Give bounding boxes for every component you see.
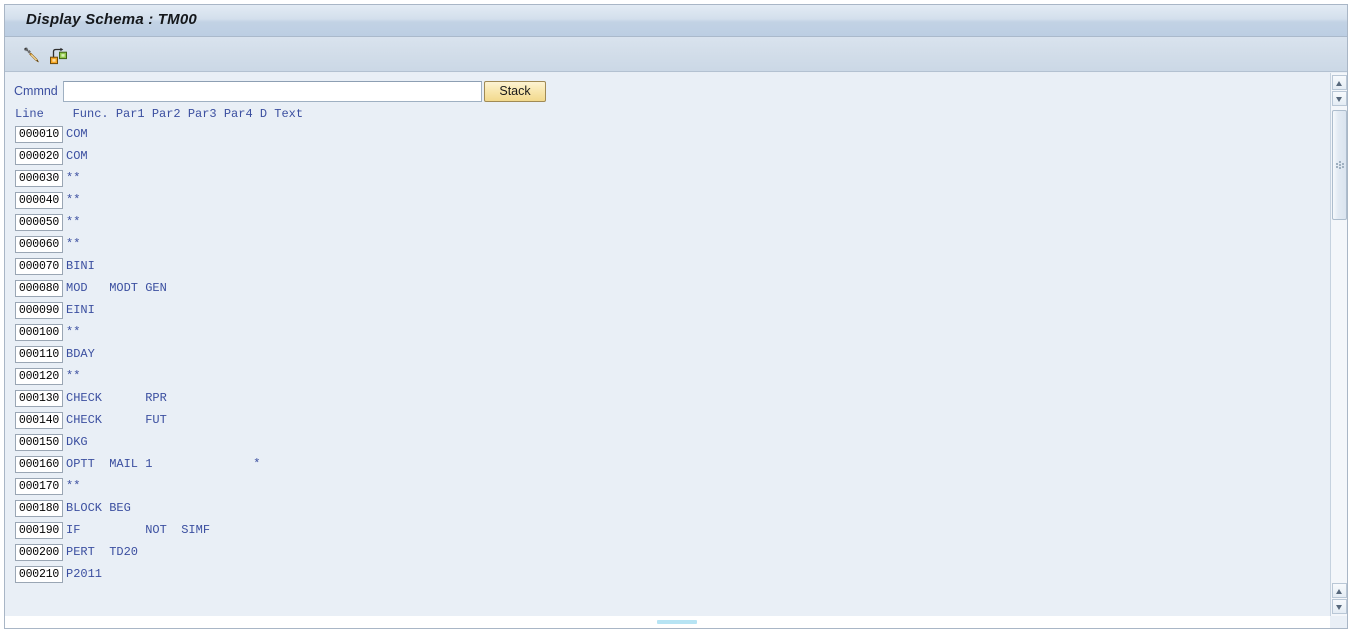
row-line-number[interactable]: 000130 [15, 390, 63, 407]
row-statement-text[interactable]: CHECK FUT [66, 413, 167, 427]
schema-grid: Line Func. Par1 Par2 Par3 Par4 D Text 00… [5, 107, 1347, 628]
row-statement-text[interactable]: MOD MODT GEN [66, 281, 167, 295]
vertical-scrollbar[interactable] [1330, 73, 1347, 616]
table-row[interactable]: 000090 EINI [5, 301, 1347, 323]
row-line-number[interactable]: 000080 [15, 280, 63, 297]
vertical-scrollbar-thumb[interactable] [1332, 110, 1347, 220]
table-row[interactable]: 000110 BDAY [5, 345, 1347, 367]
row-line-number[interactable]: 000150 [15, 434, 63, 451]
table-row[interactable]: 000050 ** [5, 213, 1347, 235]
scroll-down-button-bottom[interactable] [1332, 599, 1347, 614]
table-row[interactable]: 000080 MOD MODT GEN [5, 279, 1347, 301]
scrollbar-grip-icon [1336, 161, 1344, 169]
horizontal-scrollbar-thumb[interactable] [657, 620, 697, 624]
row-statement-text[interactable]: DKG [66, 435, 88, 449]
row-line-number[interactable]: 000070 [15, 258, 63, 275]
chevron-up-icon [1336, 81, 1342, 86]
table-row[interactable]: 000100 ** [5, 323, 1347, 345]
row-statement-text[interactable]: COM [66, 149, 88, 163]
row-line-number[interactable]: 000210 [15, 566, 63, 583]
window-title-bar: Display Schema : TM00 [5, 5, 1347, 37]
row-statement-text[interactable]: CHECK RPR [66, 391, 167, 405]
table-row[interactable]: 000020 COM [5, 147, 1347, 169]
row-statement-text[interactable]: PERT TD20 [66, 545, 138, 559]
table-row[interactable]: 000010 COM [5, 125, 1347, 147]
grid-column-headers: Line Func. Par1 Par2 Par3 Par4 D Text [15, 107, 304, 121]
table-row[interactable]: 000130 CHECK RPR [5, 389, 1347, 411]
edit-pencil-icon[interactable] [20, 43, 44, 67]
table-row[interactable]: 000070 BINI [5, 257, 1347, 279]
row-line-number[interactable]: 000030 [15, 170, 63, 187]
row-line-number[interactable]: 000200 [15, 544, 63, 561]
sap-window: Display Schema : TM00 © www.tutorial [4, 4, 1348, 629]
scroll-down-button[interactable] [1332, 91, 1347, 106]
row-statement-text[interactable]: ** [66, 479, 80, 493]
table-row[interactable]: 000040 ** [5, 191, 1347, 213]
table-row[interactable]: 000190 IF NOT SIMF [5, 521, 1347, 543]
table-row[interactable]: 000120 ** [5, 367, 1347, 389]
row-line-number[interactable]: 000090 [15, 302, 63, 319]
row-line-number[interactable]: 000190 [15, 522, 63, 539]
table-row[interactable]: 000160 OPTT MAIL 1 * [5, 455, 1347, 477]
table-row[interactable]: 000140 CHECK FUT [5, 411, 1347, 433]
structure-navigate-icon[interactable] [46, 43, 70, 67]
row-line-number[interactable]: 000160 [15, 456, 63, 473]
row-statement-text[interactable]: BINI [66, 259, 95, 273]
edit-pencil-icon-svg [24, 47, 39, 63]
row-statement-text[interactable]: P2011 [66, 567, 102, 581]
row-line-number[interactable]: 000050 [15, 214, 63, 231]
row-statement-text[interactable]: COM [66, 127, 88, 141]
row-line-number[interactable]: 000040 [15, 192, 63, 209]
table-row[interactable]: 000150 DKG [5, 433, 1347, 455]
page-title: Display Schema : TM00 [26, 11, 197, 28]
row-line-number[interactable]: 000140 [15, 412, 63, 429]
scroll-up-button[interactable] [1332, 75, 1347, 90]
table-row[interactable]: 000200 PERT TD20 [5, 543, 1347, 565]
row-line-number[interactable]: 000170 [15, 478, 63, 495]
grid-rows: 000010 COM 000020 COM 000030 ** 000040 ** 000050… [5, 125, 1347, 587]
row-line-number[interactable]: 000010 [15, 126, 63, 143]
row-statement-text[interactable]: ** [66, 325, 80, 339]
row-line-number[interactable]: 000060 [15, 236, 63, 253]
command-row: Cmmnd Stack [5, 81, 1347, 103]
scroll-up-button-bottom[interactable] [1332, 583, 1347, 598]
application-toolbar: © www.tutorialkart.com [5, 37, 1347, 101]
row-line-number[interactable]: 000120 [15, 368, 63, 385]
horizontal-scrollbar[interactable] [5, 616, 1330, 628]
row-statement-text[interactable]: ** [66, 171, 80, 185]
row-statement-text[interactable]: OPTT MAIL 1 * [66, 457, 260, 471]
row-line-number[interactable]: 000020 [15, 148, 63, 165]
row-statement-text[interactable]: ** [66, 193, 80, 207]
command-field-label: Cmmnd [14, 84, 58, 98]
row-statement-text[interactable]: BLOCK BEG [66, 501, 131, 515]
table-row[interactable]: 000170 ** [5, 477, 1347, 499]
row-line-number[interactable]: 000110 [15, 346, 63, 363]
chevron-down-icon [1336, 605, 1342, 610]
row-statement-text[interactable]: ** [66, 215, 80, 229]
row-statement-text[interactable]: ** [66, 369, 80, 383]
row-statement-text[interactable]: ** [66, 237, 80, 251]
row-line-number[interactable]: 000100 [15, 324, 63, 341]
content-area: Cmmnd Stack Line Func. Par1 Par2 Par3 Pa… [5, 73, 1347, 628]
row-statement-text[interactable]: BDAY [66, 347, 95, 361]
stack-button[interactable]: Stack [484, 81, 546, 102]
table-row[interactable]: 000030 ** [5, 169, 1347, 191]
table-row[interactable]: 000060 ** [5, 235, 1347, 257]
table-row[interactable]: 000210 P2011 [5, 565, 1347, 587]
row-line-number[interactable]: 000180 [15, 500, 63, 517]
command-input[interactable] [63, 81, 482, 102]
table-row[interactable]: 000180 BLOCK BEG [5, 499, 1347, 521]
row-statement-text[interactable]: EINI [66, 303, 95, 317]
chevron-up-icon [1336, 589, 1342, 594]
row-statement-text[interactable]: IF NOT SIMF [66, 523, 210, 537]
structure-navigate-icon-svg [50, 47, 67, 65]
chevron-down-icon [1336, 97, 1342, 102]
